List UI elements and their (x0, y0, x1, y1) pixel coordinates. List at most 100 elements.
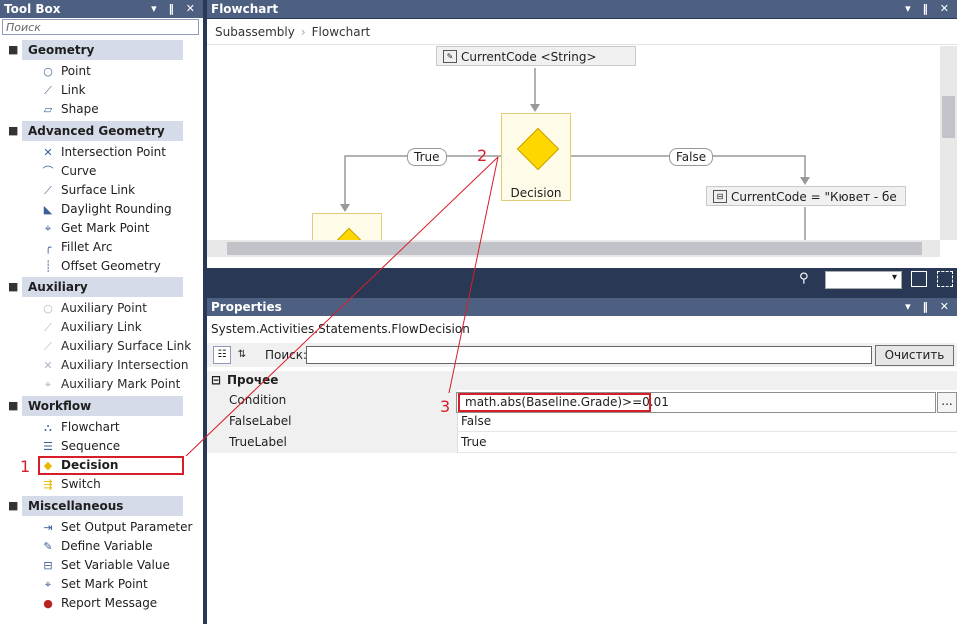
clear-search-button[interactable]: Очистить (875, 345, 954, 366)
get-mark-point-icon: ⌖ (44, 221, 52, 235)
toolbox-item-point[interactable]: ○ Point (40, 62, 91, 81)
connector-false-arrow (800, 177, 810, 185)
property-row-falselabel[interactable]: FalseLabel False (207, 411, 957, 432)
decision-activity-nested[interactable] (312, 213, 382, 240)
point-icon: ○ (43, 64, 53, 78)
category-workflow[interactable]: Workflow (22, 396, 183, 416)
toolbox-item-get-mark-point[interactable]: ⌖ Get Mark Point (40, 219, 150, 238)
curve-icon: ⌒ (42, 164, 54, 178)
breadcrumb-subassembly[interactable]: Subassembly (215, 25, 295, 39)
designer-vertical-scrollbar[interactable] (940, 46, 957, 240)
properties-panel: System.Activities.Statements.FlowDecisio… (207, 316, 957, 624)
auxiliary-surface-link-icon: ⟋ (44, 339, 52, 353)
category-miscellaneous[interactable]: Miscellaneous (22, 496, 183, 516)
zoom-select[interactable]: ▾ (825, 271, 902, 289)
variable-icon: ✎ (443, 50, 457, 63)
decision-highlight-box (38, 456, 184, 475)
true-branch-label: True (407, 148, 447, 166)
toolbox-item-set-mark-point[interactable]: ⌖ Set Mark Point (40, 575, 148, 594)
annotation-1: 1 (20, 457, 31, 476)
categorized-view-icon[interactable]: ☷ (213, 346, 231, 364)
toolbox-search-input[interactable]: Поиск (2, 19, 199, 35)
toolbox-item-curve[interactable]: ⌒ Curve (40, 162, 97, 181)
breadcrumb-separator: › (300, 25, 306, 39)
category-auxiliary[interactable]: Auxiliary (22, 277, 183, 297)
property-label-falselabel: FalseLabel (229, 414, 292, 428)
toolbox-item-surface-link[interactable]: ⟋ Surface Link (40, 181, 135, 200)
flowchart-title-buttons[interactable]: ▾ ‖ ✕ (905, 0, 953, 18)
toolbox-item-daylight-rounding[interactable]: ◣ Daylight Rounding (40, 200, 172, 219)
category-advanced-geometry[interactable]: Advanced Geometry (22, 121, 183, 141)
toolbox-item-shape[interactable]: ▱ Shape (40, 100, 99, 119)
shape-icon: ▱ (43, 102, 53, 116)
assign-icon: ⊟ (713, 190, 727, 203)
auxiliary-collapse-toggle[interactable]: ■ (8, 281, 18, 292)
group-collapse-icon[interactable]: ⊟ (211, 371, 221, 390)
sequence-icon: ☰ (43, 439, 53, 453)
chevron-down-icon: ▾ (891, 272, 897, 283)
false-branch-label: False (669, 148, 714, 166)
toolbox-item-fillet-arc[interactable]: ╭ Fillet Arc (40, 238, 113, 257)
property-group-header[interactable]: ⊟ Прочее (207, 371, 957, 390)
toolbox-item-set-variable-value[interactable]: ⊟ Set Variable Value (40, 556, 169, 575)
toolbox-item-define-variable[interactable]: ✎ Define Variable (40, 537, 152, 556)
link-icon: ⟋ (44, 83, 52, 97)
fillet-arc-icon: ╭ (44, 240, 52, 254)
activity-assign-current-code[interactable]: ⊟ CurrentCode = "Кювет - бе (706, 186, 906, 206)
breadcrumb-flowchart[interactable]: Flowchart (312, 25, 371, 39)
toolbox-item-offset-geometry[interactable]: ┊ Offset Geometry (40, 257, 161, 276)
condition-value-highlight[interactable]: math.abs(Baseline.Grade)>=0.01 (458, 393, 669, 412)
auxiliary-intersection-icon: ✕ (43, 358, 53, 372)
toolbox-item-sequence[interactable]: ☰ Sequence (40, 437, 120, 456)
overview-map-icon[interactable] (937, 271, 953, 287)
property-value-falselabel[interactable]: False (461, 411, 491, 432)
advanced-geometry-collapse-toggle[interactable]: ■ (8, 125, 18, 136)
toolbox-item-auxiliary-link[interactable]: ⟋ Auxiliary Link (40, 318, 142, 337)
flowchart-canvas[interactable]: ✎ CurrentCode <String> Decision True Fal… (207, 46, 940, 240)
alphabetical-sort-icon[interactable]: ⇅ (233, 346, 251, 364)
toolbox-item-auxiliary-mark-point[interactable]: ⌖ Auxiliary Mark Point (40, 375, 180, 394)
flowchart-connectors (340, 68, 810, 240)
toolbox-item-flowchart[interactable]: ⛬ Flowchart (40, 418, 119, 437)
property-search-input[interactable] (306, 346, 872, 364)
toolbox-item-auxiliary-intersection[interactable]: ✕ Auxiliary Intersection (40, 356, 188, 375)
toolbox-title-buttons[interactable]: ▾ ‖ ✕ (151, 0, 199, 18)
nested-decision-diamond-icon (327, 227, 371, 240)
properties-type-name: System.Activities.Statements.FlowDecisio… (211, 322, 470, 336)
set-mark-point-icon: ⌖ (44, 577, 52, 591)
condition-expression-editor-button[interactable]: ... (937, 392, 957, 413)
activity-current-code-variable[interactable]: ✎ CurrentCode <String> (436, 46, 636, 66)
toolbox-item-switch[interactable]: ⇶ Switch (40, 475, 100, 494)
toolbox-search-placeholder: Поиск (6, 21, 41, 34)
toolbox-item-report-message[interactable]: ● Report Message (40, 594, 157, 613)
toolbox-item-intersection-point[interactable]: ✕ Intersection Point (40, 143, 166, 162)
auxiliary-mark-point-icon: ⌖ (44, 377, 52, 391)
toolbox-item-link[interactable]: ⟋ Link (40, 81, 85, 100)
daylight-rounding-icon: ◣ (43, 202, 53, 216)
designer-zoom-bar: ⚲ ▾ (207, 268, 957, 292)
zoom-search-icon[interactable]: ⚲ (799, 271, 809, 286)
annotation-2: 2 (477, 146, 488, 165)
toolbox-item-auxiliary-surface-link[interactable]: ⟋ Auxiliary Surface Link (40, 337, 191, 356)
geometry-collapse-toggle[interactable]: ■ (8, 44, 18, 55)
annotation-3: 3 (440, 397, 451, 416)
workflow-collapse-toggle[interactable]: ■ (8, 400, 18, 411)
horizontal-scroll-thumb[interactable] (227, 242, 922, 255)
miscellaneous-collapse-toggle[interactable]: ■ (8, 500, 18, 511)
properties-title-buttons[interactable]: ▾ ‖ ✕ (905, 298, 953, 316)
decision-activity[interactable]: Decision (501, 113, 571, 201)
flowchart-designer: Subassembly › Flowchart ✎ CurrentCode <Str… (207, 19, 957, 268)
properties-title: Properties ▾ ‖ ✕ (207, 298, 957, 316)
category-geometry[interactable]: Geometry (22, 40, 183, 60)
property-search-label: Поиск: (265, 348, 308, 362)
fit-to-screen-icon[interactable] (911, 271, 927, 287)
toolbox-item-auxiliary-point[interactable]: ○ Auxiliary Point (40, 299, 147, 318)
switch-icon: ⇶ (43, 477, 53, 491)
toolbox-item-set-output-parameter[interactable]: ⇥ Set Output Parameter (40, 518, 192, 537)
property-row-truelabel[interactable]: TrueLabel True (207, 432, 957, 453)
designer-horizontal-scrollbar[interactable] (207, 240, 940, 257)
report-message-icon: ● (43, 596, 53, 610)
surface-link-icon: ⟋ (44, 183, 52, 197)
property-value-truelabel[interactable]: True (461, 432, 487, 453)
vertical-scroll-thumb[interactable] (942, 96, 955, 138)
